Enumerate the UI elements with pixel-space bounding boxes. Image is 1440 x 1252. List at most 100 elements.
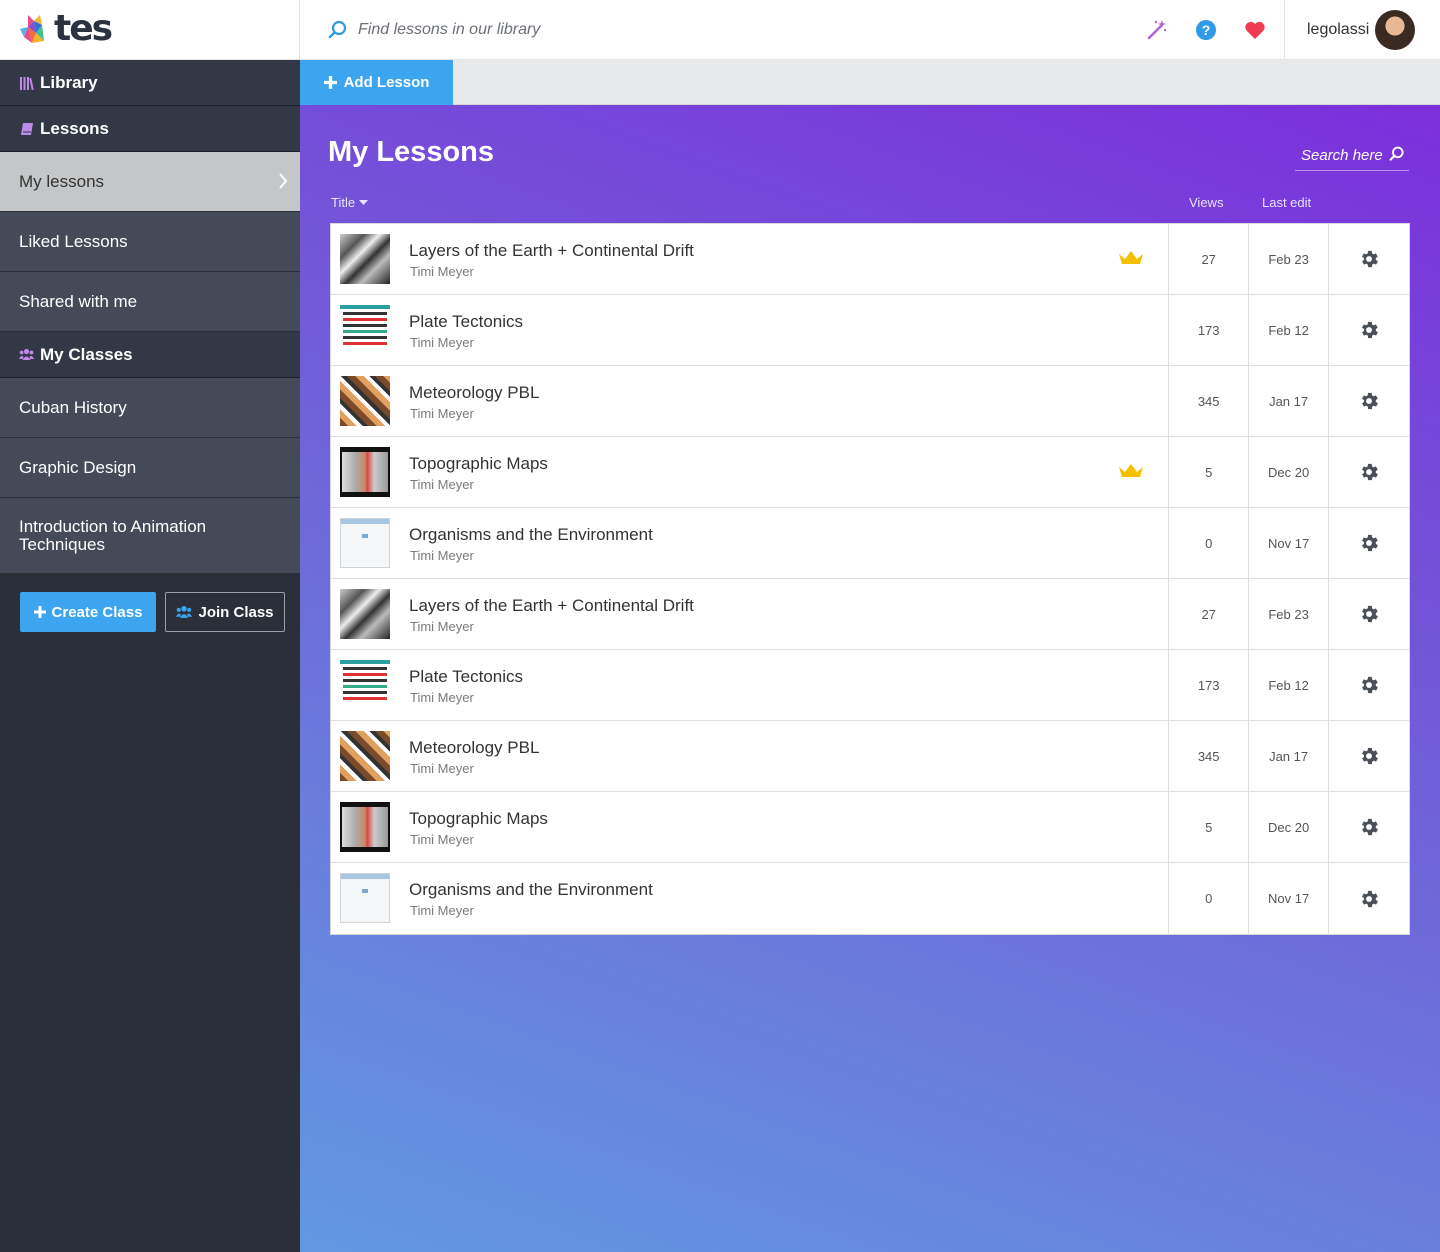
library-search-input[interactable] [358,16,958,44]
lesson-cell[interactable]: Plate Tectonics Timi Meyer [331,295,1170,365]
gear-icon [1362,392,1378,410]
table-row[interactable]: Plate Tectonics Timi Meyer 173 Feb 12 [331,650,1409,721]
sidebar-item-label: Cuban History [19,397,127,417]
lesson-cell[interactable]: Layers of the Earth + Continental Drift T… [331,224,1170,294]
sidebar-item-shared-with-me[interactable]: Shared with me [0,272,300,332]
table-row[interactable]: Topographic Maps Timi Meyer 5 Dec 20 [331,792,1409,863]
heart-icon[interactable] [1244,19,1266,41]
column-header-title[interactable]: Title [331,195,369,210]
lesson-title[interactable]: Topographic Maps [409,454,548,474]
lesson-thumbnail [340,518,390,568]
table-row[interactable]: Meteorology PBL Timi Meyer 345 Jan 17 [331,366,1409,437]
help-icon[interactable]: ? [1195,19,1217,41]
lesson-last-edit: Dec 20 [1249,792,1330,862]
table-row[interactable]: Plate Tectonics Timi Meyer 173 Feb 12 [331,295,1409,366]
column-title-label: Title [331,195,356,210]
page-title: My Lessons [328,136,494,168]
search-icon [328,20,347,39]
lesson-views: 345 [1169,366,1250,436]
sidebar-classes-label: My Classes [40,344,133,364]
lesson-thumbnail [340,660,390,710]
lesson-last-edit: Feb 12 [1249,650,1330,720]
lesson-cell[interactable]: Topographic Maps Timi Meyer [331,437,1170,507]
lesson-title[interactable]: Layers of the Earth + Continental Drift [409,241,694,261]
table-row[interactable]: Meteorology PBL Timi Meyer 345 Jan 17 [331,721,1409,792]
lesson-cell[interactable]: Topographic Maps Timi Meyer [331,792,1170,862]
lesson-title[interactable]: Plate Tectonics [409,667,523,687]
column-header-views[interactable]: Views [1189,195,1223,210]
create-class-button[interactable]: Create Class [20,592,156,632]
gear-icon [1362,605,1378,623]
sidebar-item-label: Introduction to Animation Techniques [19,516,207,554]
lesson-search-input[interactable] [1295,143,1390,167]
class-actions: Create Class Join Class [20,592,285,632]
lesson-author: Timi Meyer [410,264,474,279]
lesson-settings-button[interactable] [1329,366,1409,436]
lesson-settings-button[interactable] [1329,863,1409,934]
gear-icon [1362,463,1378,481]
search-icon[interactable] [1389,146,1405,162]
toolbar: Add Lesson [300,60,1440,105]
magic-wand-icon[interactable] [1146,19,1168,41]
sidebar-item-liked-lessons[interactable]: Liked Lessons [0,212,300,272]
add-lesson-button[interactable]: Add Lesson [300,60,453,105]
table-row[interactable]: Organisms and the Environment Timi Meyer 0… [331,508,1409,579]
lesson-title[interactable]: Plate Tectonics [409,312,523,332]
lesson-views: 5 [1169,792,1250,862]
lesson-title[interactable]: Meteorology PBL [409,738,539,758]
lesson-title[interactable]: Organisms and the Environment [409,880,653,900]
lesson-last-edit: Jan 17 [1249,721,1330,791]
sidebar-section-lessons[interactable]: Lessons [0,106,300,152]
lesson-settings-button[interactable] [1329,508,1409,578]
table-row[interactable]: Layers of the Earth + Continental Drift T… [331,224,1409,295]
lesson-settings-button[interactable] [1329,579,1409,649]
lesson-last-edit: Dec 20 [1249,437,1330,507]
lesson-cell[interactable]: Organisms and the Environment Timi Meyer [331,863,1170,934]
lesson-title[interactable]: Layers of the Earth + Continental Drift [409,596,694,616]
lesson-cell[interactable]: Layers of the Earth + Continental Drift T… [331,579,1170,649]
table-row[interactable]: Organisms and the Environment Timi Meyer 0… [331,863,1409,934]
lesson-settings-button[interactable] [1329,650,1409,720]
table-row[interactable]: Layers of the Earth + Continental Drift T… [331,579,1409,650]
lesson-cell[interactable]: Meteorology PBL Timi Meyer [331,366,1170,436]
users-icon [176,606,193,618]
lesson-settings-button[interactable] [1329,224,1409,294]
lesson-title[interactable]: Organisms and the Environment [409,525,653,545]
avatar[interactable] [1375,10,1415,50]
lesson-title[interactable]: Meteorology PBL [409,383,539,403]
lesson-cell[interactable]: Plate Tectonics Timi Meyer [331,650,1170,720]
lesson-last-edit: Jan 17 [1249,366,1330,436]
lesson-cell[interactable]: Meteorology PBL Timi Meyer [331,721,1170,791]
lesson-thumbnail [340,305,390,355]
main-content: My Lessons Title Views Last edit Layers … [300,105,1440,1252]
lesson-author: Timi Meyer [410,406,474,421]
lesson-settings-button[interactable] [1329,721,1409,791]
lesson-author: Timi Meyer [410,335,474,350]
add-lesson-label: Add Lesson [343,74,430,91]
lesson-thumbnail [340,802,390,852]
sidebar-section-my-classes[interactable]: My Classes [0,332,300,378]
sidebar-item-my-lessons[interactable]: My lessons [0,152,300,212]
logo[interactable]: tes [0,0,300,60]
lesson-settings-button[interactable] [1329,437,1409,507]
sidebar-item-library[interactable]: Library [0,60,300,106]
lesson-views: 5 [1169,437,1250,507]
lesson-title[interactable]: Topographic Maps [409,809,548,829]
column-header-last-edit[interactable]: Last edit [1262,195,1311,210]
lesson-views: 173 [1169,650,1250,720]
username[interactable]: legolassi [1307,21,1369,39]
lessons-table: Layers of the Earth + Continental Drift T… [330,223,1410,935]
sidebar-item-graphic-design[interactable]: Graphic Design [0,438,300,498]
gear-icon [1362,676,1378,694]
lesson-author: Timi Meyer [410,548,474,563]
lesson-views: 0 [1169,508,1250,578]
lesson-settings-button[interactable] [1329,792,1409,862]
sidebar-item-intro-animation[interactable]: Introduction to Animation Techniques [0,498,300,574]
lesson-cell[interactable]: Organisms and the Environment Timi Meyer [331,508,1170,578]
join-class-button[interactable]: Join Class [165,592,285,632]
table-row[interactable]: Topographic Maps Timi Meyer 5 Dec 20 [331,437,1409,508]
lesson-last-edit: Nov 17 [1249,863,1330,934]
lesson-settings-button[interactable] [1329,295,1409,365]
sidebar-item-cuban-history[interactable]: Cuban History [0,378,300,438]
sidebar-library-label: Library [40,72,98,92]
